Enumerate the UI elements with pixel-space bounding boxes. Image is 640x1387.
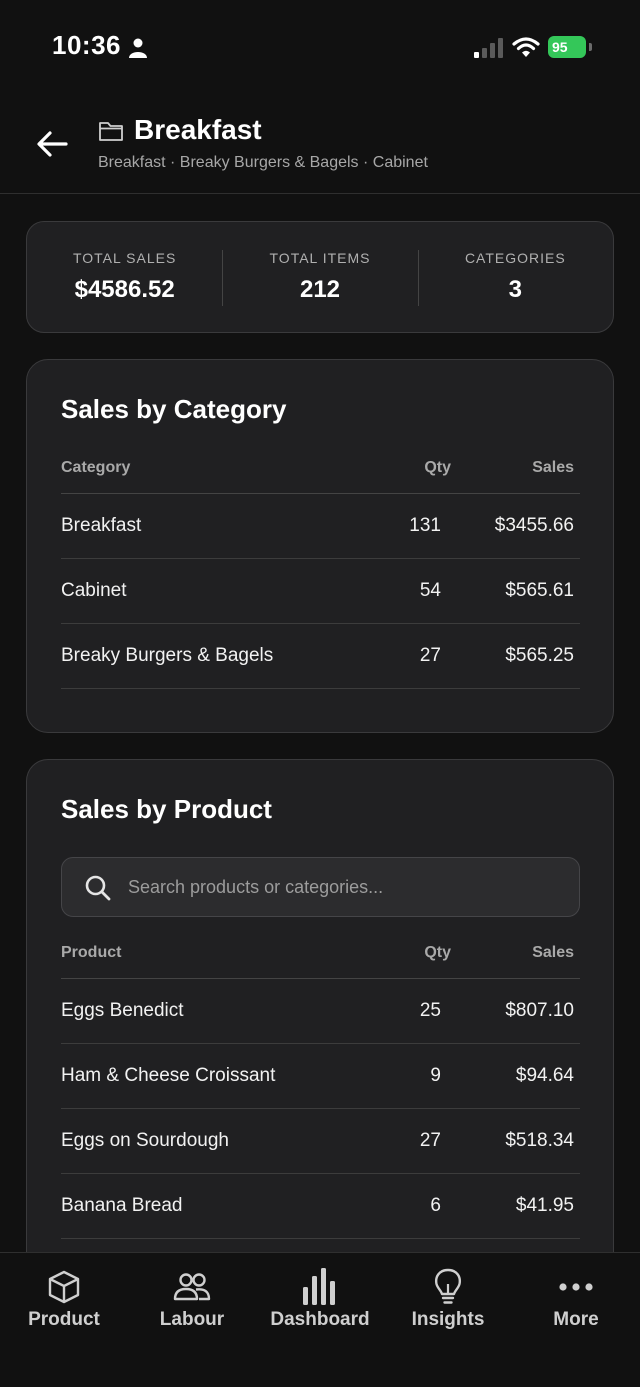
more-dots-icon xyxy=(559,1283,593,1291)
breadcrumb: Breakfast · Breaky Burgers & Bagels · Ca… xyxy=(98,154,428,171)
column-header-category[interactable]: Category xyxy=(61,459,373,477)
row-sales: $518.34 xyxy=(505,1130,574,1151)
table-row[interactable]: Breakfast 131 $3455.66 xyxy=(61,494,580,559)
row-qty: 27 xyxy=(419,645,441,666)
category-table: Category Qty Sales Breakfast 131 $3455.6… xyxy=(61,442,580,689)
row-qty: 54 xyxy=(419,580,441,601)
nav-label: Dashboard xyxy=(270,1309,370,1330)
stat-total-sales: TOTAL SALES $4586.52 xyxy=(27,250,222,304)
table-row[interactable]: Eggs on Sourdough 27 $518.34 xyxy=(61,1109,580,1174)
stat-total-items: TOTAL ITEMS 212 xyxy=(222,250,417,306)
card-title: Sales by Product xyxy=(61,794,272,824)
row-qty: 131 xyxy=(409,515,441,536)
nav-label: Insights xyxy=(411,1309,485,1330)
header: Breakfast Breakfast · Breaky Burgers & B… xyxy=(0,96,640,194)
cube-icon xyxy=(48,1270,80,1304)
table-row[interactable]: Ham & Cheese Croissant 9 $94.64 xyxy=(61,1044,580,1109)
nav-label: More xyxy=(553,1309,599,1330)
nav-label: Labour xyxy=(159,1309,225,1330)
summary-card: TOTAL SALES $4586.52 TOTAL ITEMS 212 CAT… xyxy=(26,221,614,333)
row-name: Breakfast xyxy=(61,515,142,536)
column-header-qty[interactable]: Qty xyxy=(373,944,453,962)
nav-item-product[interactable]: Product xyxy=(0,1253,128,1387)
search-input[interactable] xyxy=(128,858,568,916)
row-name: Banana Bread xyxy=(61,1195,183,1216)
row-sales: $41.95 xyxy=(515,1195,574,1216)
lightbulb-icon xyxy=(434,1268,462,1304)
product-table: Product Qty Sales Eggs Benedict 25 $807.… xyxy=(61,927,580,1239)
table-header: Category Qty Sales xyxy=(61,442,580,494)
bottom-nav: Product Labour Dashboard Insights More xyxy=(0,1252,640,1387)
row-sales: $3455.66 xyxy=(494,515,574,536)
table-row[interactable]: Cabinet 54 $565.61 xyxy=(61,559,580,624)
stat-label: TOTAL SALES xyxy=(72,250,177,266)
column-header-sales[interactable]: Sales xyxy=(453,459,580,477)
row-qty: 6 xyxy=(430,1195,441,1216)
row-sales: $565.25 xyxy=(505,645,574,666)
stat-label: CATEGORIES xyxy=(464,250,566,266)
search-box[interactable] xyxy=(61,857,580,917)
row-name: Ham & Cheese Croissant xyxy=(61,1065,276,1086)
column-header-qty[interactable]: Qty xyxy=(373,459,453,477)
row-name: Eggs Benedict xyxy=(61,1000,184,1021)
page-title: Breakfast xyxy=(134,114,262,145)
table-row[interactable]: Eggs Benedict 25 $807.10 xyxy=(61,979,580,1044)
stat-value: $4586.52 xyxy=(74,276,175,303)
stat-value: 212 xyxy=(299,276,341,303)
column-header-sales[interactable]: Sales xyxy=(453,944,580,962)
row-sales: $94.64 xyxy=(515,1065,574,1086)
row-sales: $807.10 xyxy=(505,1000,574,1021)
row-sales: $565.61 xyxy=(505,580,574,601)
battery-level: 95 xyxy=(548,36,586,58)
arrow-left-icon xyxy=(37,131,68,157)
sales-by-category-card: Sales by Category Category Qty Sales Bre… xyxy=(26,359,614,733)
table-row[interactable]: Breaky Burgers & Bagels 27 $565.25 xyxy=(61,624,580,689)
row-name: Eggs on Sourdough xyxy=(61,1130,229,1151)
person-icon xyxy=(129,38,147,58)
column-header-product[interactable]: Product xyxy=(61,944,373,962)
row-name: Cabinet xyxy=(61,580,127,601)
signal-icon xyxy=(474,38,503,58)
folder-icon xyxy=(99,122,123,141)
nav-label: Product xyxy=(28,1309,100,1330)
battery-indicator: 95 xyxy=(548,36,592,58)
sales-by-product-card: Sales by Product Product Qty Sales Eggs … xyxy=(26,759,614,1279)
stat-label: TOTAL ITEMS xyxy=(269,250,371,266)
status-bar: 10:36 95 xyxy=(0,0,640,96)
people-icon xyxy=(173,1273,211,1301)
row-qty: 27 xyxy=(419,1130,441,1151)
search-icon xyxy=(85,875,111,901)
stat-categories: CATEGORIES 3 xyxy=(417,250,613,306)
table-row[interactable]: Banana Bread 6 $41.95 xyxy=(61,1174,580,1239)
nav-item-dashboard[interactable]: Dashboard xyxy=(256,1253,384,1387)
bar-chart-icon xyxy=(303,1268,335,1305)
nav-item-labour[interactable]: Labour xyxy=(128,1253,256,1387)
row-name: Breaky Burgers & Bagels xyxy=(61,645,274,666)
nav-item-more[interactable]: More xyxy=(512,1253,640,1387)
stat-value: 3 xyxy=(508,276,522,303)
row-qty: 25 xyxy=(419,1000,441,1021)
status-time: 10:36 xyxy=(52,30,121,60)
card-title: Sales by Category xyxy=(61,394,287,424)
back-button[interactable] xyxy=(32,124,72,164)
row-qty: 9 xyxy=(430,1065,441,1086)
nav-item-insights[interactable]: Insights xyxy=(384,1253,512,1387)
wifi-icon xyxy=(512,37,540,57)
table-header: Product Qty Sales xyxy=(61,927,580,979)
